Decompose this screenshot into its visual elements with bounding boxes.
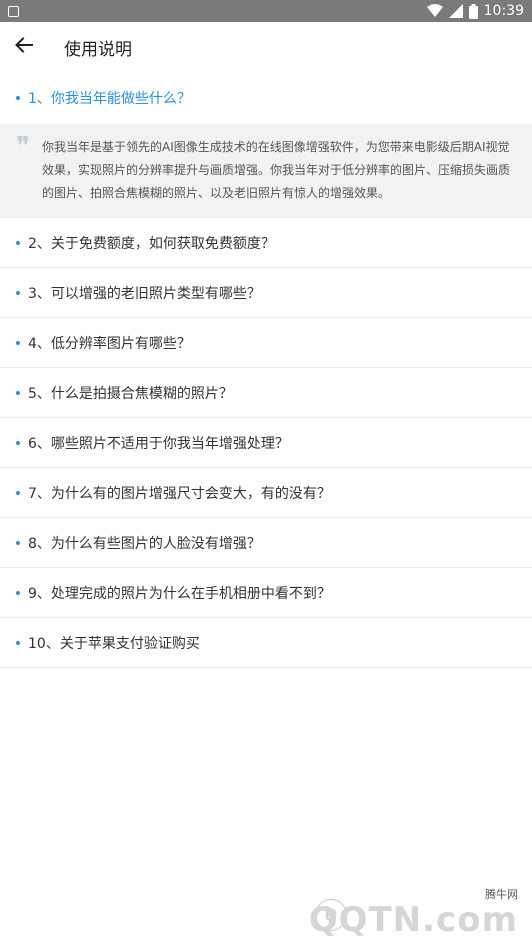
bullet-icon: [16, 490, 20, 495]
faq-answer-1: ❞ 你我当年是基于领先的AI图像生成技术的在线图像增强软件，为您带来电影级后期A…: [0, 124, 532, 218]
arrow-left-icon: [15, 37, 33, 57]
bullet-icon: [16, 96, 20, 100]
faq-item-4[interactable]: 4、低分辨率图片有哪些？: [0, 318, 532, 368]
bullet-icon: [16, 540, 20, 545]
status-time: 10:39: [483, 3, 524, 19]
faq-question: 2、关于免费额度，如何获取免费额度？: [28, 235, 275, 252]
cellular-signal-icon: [448, 4, 463, 18]
faq-item-9[interactable]: 9、处理完成的照片为什么在手机相册中看不到？: [0, 568, 532, 618]
page-title: 使用说明: [64, 39, 132, 60]
bullet-icon: [16, 440, 20, 445]
faq-question: 5、什么是拍摄合焦模糊的照片？: [28, 385, 233, 402]
faq-item-5[interactable]: 5、什么是拍摄合焦模糊的照片？: [0, 368, 532, 418]
watermark: ⓔ 腾牛网 QQTN.com: [309, 886, 524, 940]
faq-question: 9、处理完成的照片为什么在手机相册中看不到？: [28, 585, 331, 602]
bullet-icon: [16, 640, 20, 645]
bullet-icon: [16, 240, 20, 245]
faq-item-8[interactable]: 8、为什么有些图片的人脸没有增强？: [0, 518, 532, 568]
back-button[interactable]: [0, 22, 48, 72]
faq-question: 4、低分辨率图片有哪些？: [28, 335, 191, 352]
watermark-logo-text: QQTN.com: [308, 900, 518, 940]
quote-icon: ❞: [16, 132, 30, 162]
bullet-icon: [16, 590, 20, 595]
faq-item-7[interactable]: 7、为什么有的图片增强尺寸会变大，有的没有？: [0, 468, 532, 518]
notification-icon: [8, 5, 19, 17]
faq-question: 10、关于苹果支付验证购买: [28, 635, 200, 652]
faq-question: 8、为什么有些图片的人脸没有增强？: [28, 535, 261, 552]
faq-list: 1、你我当年能做些什么？ ❞ 你我当年是基于领先的AI图像生成技术的在线图像增强…: [0, 72, 532, 668]
faq-question: 1、你我当年能做些什么？: [28, 91, 191, 107]
wifi-icon: [426, 4, 443, 18]
faq-question: 6、哪些照片不适用于你我当年增强处理？: [28, 435, 289, 452]
bullet-icon: [16, 290, 20, 295]
app-bar: 使用说明: [0, 22, 532, 72]
faq-item-1[interactable]: 1、你我当年能做些什么？: [0, 72, 532, 124]
battery-icon: [468, 3, 478, 19]
bullet-icon: [16, 340, 20, 345]
faq-item-6[interactable]: 6、哪些照片不适用于你我当年增强处理？: [0, 418, 532, 468]
faq-item-2[interactable]: 2、关于免费额度，如何获取免费额度？: [0, 218, 532, 268]
faq-answer-text: 你我当年是基于领先的AI图像生成技术的在线图像增强软件，为您带来电影级后期AI视…: [42, 140, 511, 200]
bullet-icon: [16, 390, 20, 395]
faq-question: 7、为什么有的图片增强尺寸会变大，有的没有？: [28, 485, 331, 502]
faq-item-10[interactable]: 10、关于苹果支付验证购买: [0, 618, 532, 668]
faq-question: 3、可以增强的老旧照片类型有哪些？: [28, 285, 261, 302]
faq-item-3[interactable]: 3、可以增强的老旧照片类型有哪些？: [0, 268, 532, 318]
status-bar: 10:39: [0, 0, 532, 22]
